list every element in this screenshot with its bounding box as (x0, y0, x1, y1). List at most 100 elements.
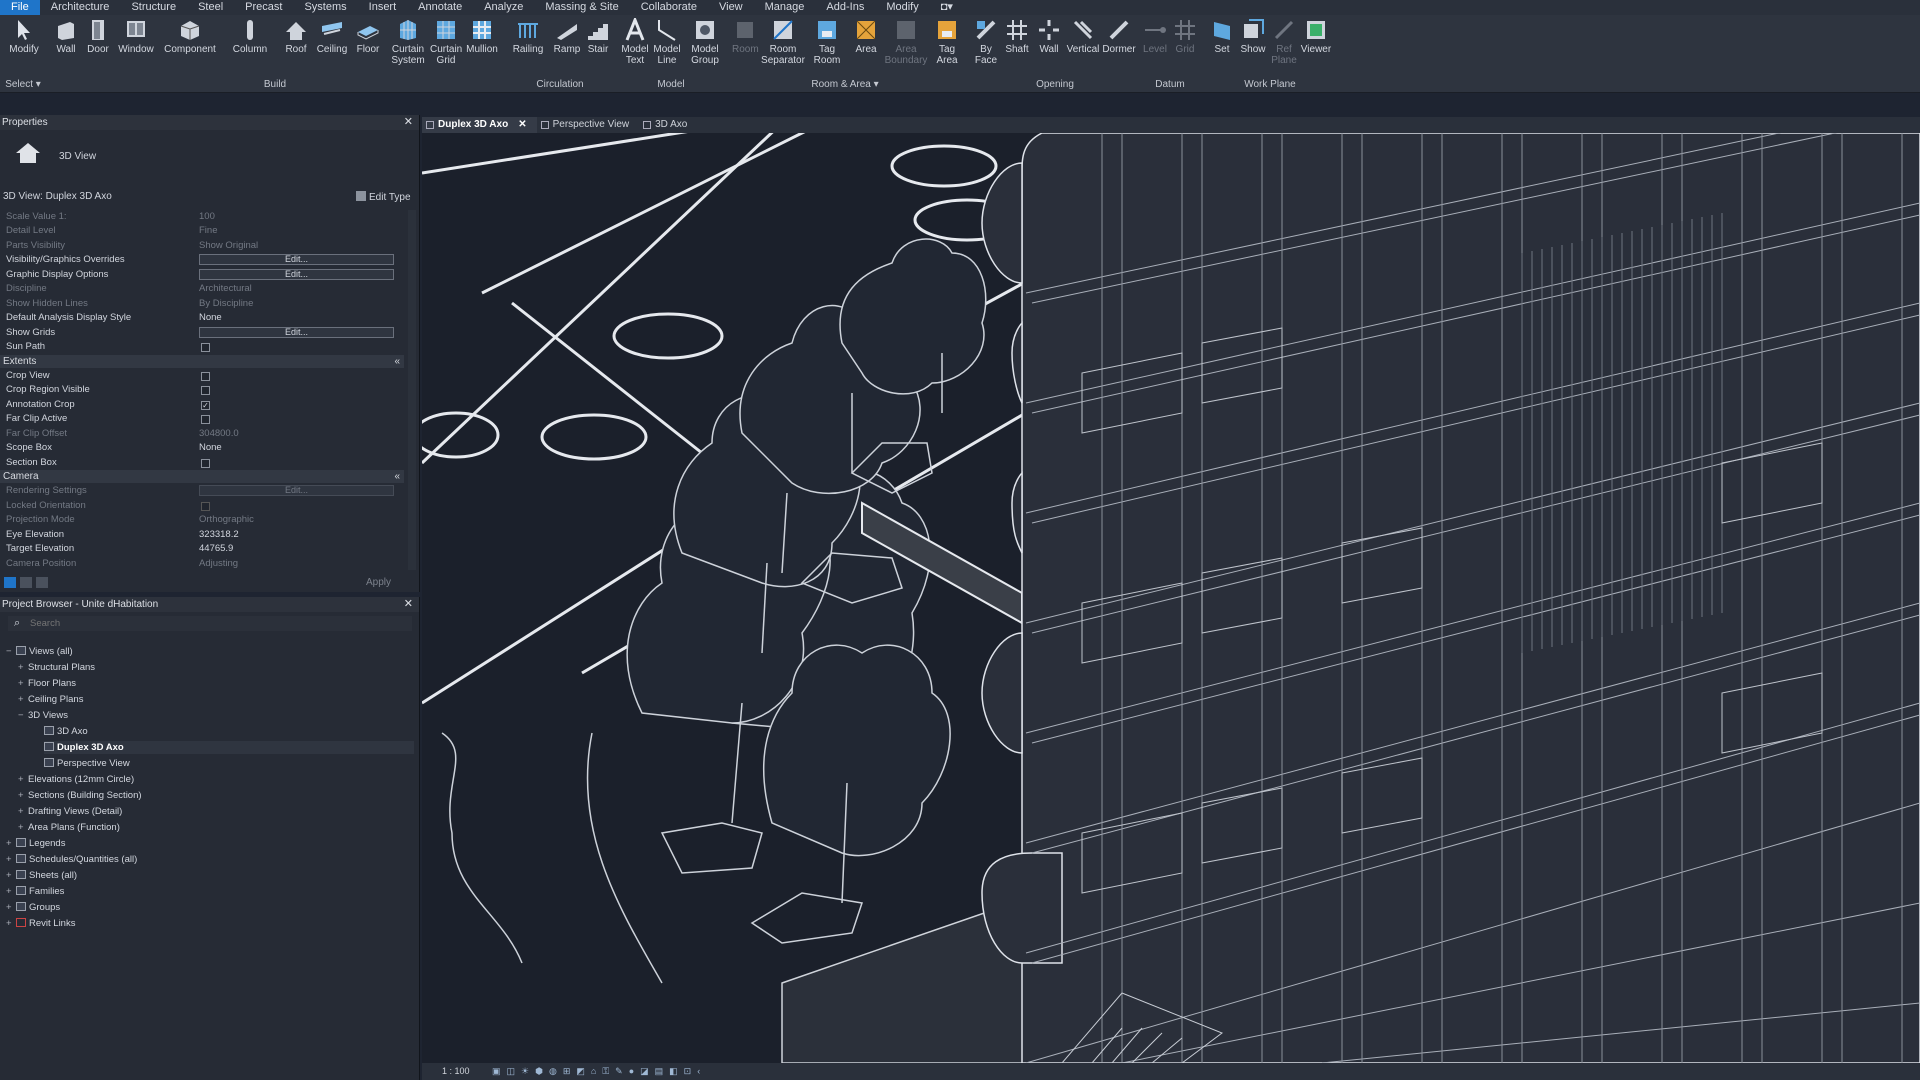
menu-add-ins[interactable]: Add-Ins (815, 0, 875, 15)
tree-views-all[interactable]: − Views (all) (6, 645, 73, 658)
menu-view[interactable]: View (708, 0, 754, 15)
menu-collaborate[interactable]: Collaborate (630, 0, 708, 15)
tree-legends[interactable]: + Legends (6, 837, 65, 850)
tree-duplex-3d-axo[interactable]: Duplex 3D Axo (44, 741, 414, 754)
crop-region-checkbox[interactable] (201, 386, 210, 395)
property-view-toggles[interactable] (4, 577, 64, 590)
grid-button[interactable]: Grid (1172, 18, 1198, 55)
menu-analyze[interactable]: Analyze (473, 0, 534, 15)
select-dropdown[interactable]: Select ▾ (4, 79, 42, 90)
area-boundary-button[interactable]: Area Boundary (884, 18, 928, 66)
section-box-checkbox[interactable] (201, 459, 210, 468)
tree-revit-links[interactable]: + Revit Links (6, 917, 75, 930)
show-grids-edit-button[interactable]: Edit... (199, 327, 394, 338)
vertical-button[interactable]: Vertical (1066, 18, 1100, 55)
wall-button[interactable]: Wall (52, 18, 80, 55)
camera-icon[interactable]: ◘▾ (930, 0, 964, 15)
menu-architecture[interactable]: Architecture (40, 0, 121, 15)
scale-selector[interactable]: 1 : 100 (442, 1066, 470, 1076)
tab-duplex-3d-axo[interactable]: Duplex 3D Axo ✕ (422, 117, 537, 133)
model-group-button[interactable]: Model Group (688, 18, 722, 66)
type-selector[interactable]: 3D View (59, 151, 96, 162)
3d-viewport[interactable] (422, 133, 1920, 1063)
prop-eye-elevation[interactable]: Eye Elevation 323318.2 (0, 528, 410, 543)
tree-groups[interactable]: + Groups (6, 901, 60, 914)
railing-button[interactable]: Railing (512, 18, 544, 55)
search-input[interactable] (30, 617, 400, 630)
tree-perspective-view[interactable]: Perspective View (44, 757, 130, 770)
wall-opening-button[interactable]: Wall (1034, 18, 1064, 55)
rendering-edit-button[interactable]: Edit... (199, 485, 394, 496)
menu-manage[interactable]: Manage (754, 0, 816, 15)
level-button[interactable]: Level (1142, 18, 1168, 55)
ceiling-button[interactable]: Ceiling (316, 18, 348, 55)
window-button[interactable]: Window (116, 18, 156, 55)
stair-button[interactable]: Stair (584, 18, 612, 55)
mullion-button[interactable]: Mullion (464, 18, 500, 55)
model-line-button[interactable]: Model Line (652, 18, 682, 66)
ref-plane-button[interactable]: Ref Plane (1270, 18, 1298, 66)
menu-file[interactable]: File (0, 0, 40, 15)
tree-3d-views[interactable]: −3D Views (18, 709, 68, 722)
categorize-icon[interactable] (4, 577, 16, 588)
room-button[interactable]: Room (732, 18, 759, 55)
tree-3d-axo[interactable]: 3D Axo (44, 725, 88, 738)
room-separator-button[interactable]: Room Separator (758, 18, 808, 66)
door-button[interactable]: Door (84, 18, 112, 55)
tab-3d-axo[interactable]: 3D Axo (639, 117, 697, 133)
tree-sheets[interactable]: + Sheets (all) (6, 869, 77, 882)
annotation-crop-checkbox[interactable]: ✓ (201, 401, 210, 410)
menu-insert[interactable]: Insert (358, 0, 408, 15)
vg-edit-button[interactable]: Edit... (199, 254, 394, 265)
crop-view-checkbox[interactable] (201, 372, 210, 381)
sort-az-icon[interactable] (20, 577, 32, 588)
tree-floor-plans[interactable]: + Floor Plans (18, 677, 76, 690)
viewer-button[interactable]: Viewer (1300, 18, 1332, 55)
tree-ceiling-plans[interactable]: + Ceiling Plans (18, 693, 83, 706)
close-icon[interactable]: ✕ (518, 119, 526, 130)
browser-search[interactable]: ⌕ (8, 616, 412, 631)
tree-schedules[interactable]: + Schedules/Quantities (all) (6, 853, 137, 866)
tag-area-button[interactable]: Tag Area (932, 18, 962, 66)
properties-scrollbar[interactable] (408, 210, 416, 570)
edit-type-button[interactable]: Edit Type (356, 191, 411, 203)
tree-sections[interactable]: + Sections (Building Section) (18, 789, 142, 802)
menu-annotate[interactable]: Annotate (407, 0, 473, 15)
tree-drafting-views[interactable]: + Drafting Views (Detail) (18, 805, 122, 818)
tree-structural-plans[interactable]: + Structural Plans (18, 661, 95, 674)
set-button[interactable]: Set (1208, 18, 1236, 55)
shaft-button[interactable]: Shaft (1002, 18, 1032, 55)
section-extents[interactable]: Extents « (0, 355, 404, 368)
prop-target-elevation[interactable]: Target Elevation 44765.9 (0, 542, 410, 557)
menu-massing-site[interactable]: Massing & Site (534, 0, 629, 15)
graphic-display-edit-button[interactable]: Edit... (199, 269, 394, 280)
room-area-group-label[interactable]: Room & Area ▾ (800, 79, 890, 90)
show-button[interactable]: Show (1238, 18, 1268, 55)
dormer-button[interactable]: Dormer (1102, 18, 1136, 55)
view-control-icons[interactable]: ▣◫☀⬢◍⊞◩⌂⚿✎●◪▤◧⊡‹ (492, 1066, 706, 1076)
menu-modify[interactable]: Modify (875, 0, 929, 15)
tree-families[interactable]: + Families (6, 885, 64, 898)
component-button[interactable]: Component (162, 18, 218, 55)
tag-room-button[interactable]: Tag Room (812, 18, 842, 66)
area-button[interactable]: Area (852, 18, 880, 55)
sun-path-checkbox[interactable] (201, 343, 210, 352)
close-icon[interactable]: ✕ (404, 597, 413, 612)
prop-scope-box[interactable]: Scope Box None (0, 441, 410, 456)
menu-structure[interactable]: Structure (120, 0, 187, 15)
column-button[interactable]: Column (230, 18, 270, 55)
tree-elevations[interactable]: + Elevations (12mm Circle) (18, 773, 134, 786)
section-camera[interactable]: Camera « (0, 470, 404, 483)
floor-button[interactable]: Floor (352, 18, 384, 55)
ramp-button[interactable]: Ramp (552, 18, 582, 55)
prop-analysis-style[interactable]: Default Analysis Display Style None (0, 311, 410, 326)
curtain-grid-button[interactable]: Curtain Grid (430, 18, 462, 66)
far-clip-checkbox[interactable] (201, 415, 210, 424)
sort-za-icon[interactable] (36, 577, 48, 588)
instance-selector[interactable]: 3D View: Duplex 3D Axo (3, 191, 353, 202)
roof-button[interactable]: Roof (282, 18, 310, 55)
tab-perspective-view[interactable]: Perspective View (537, 117, 640, 133)
menu-systems[interactable]: Systems (293, 0, 357, 15)
modify-button[interactable]: Modify (6, 18, 42, 55)
model-text-button[interactable]: Model Text (620, 15, 650, 66)
